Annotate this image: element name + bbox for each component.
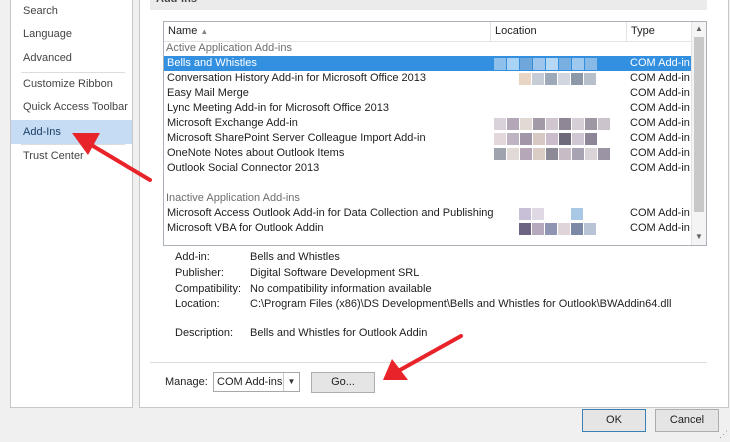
annotation-arrow-go [383,334,463,380]
annotation-arrow-add-ins [72,133,152,182]
annotation-arrows [72,133,463,380]
